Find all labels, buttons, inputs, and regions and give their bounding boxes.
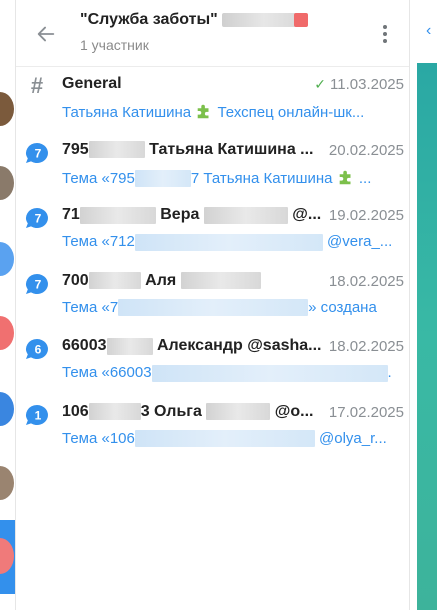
avatar[interactable] (0, 392, 14, 426)
svg-text:7: 7 (35, 277, 42, 291)
avatar[interactable] (0, 92, 14, 126)
redacted-text (88, 272, 141, 289)
unread-count-badge: 7 (26, 142, 48, 163)
redacted-text (206, 403, 271, 420)
chat-view-strip: ‹ (410, 0, 437, 610)
topic-item[interactable]: 1 106 3 Ольга @о... 17.02.2025 Тема «106 … (16, 395, 409, 461)
topic-title: 66003 (62, 337, 107, 354)
chat-list-strip (0, 0, 15, 610)
svg-text:1: 1 (35, 408, 42, 422)
topic-title: 700 (62, 271, 89, 289)
redacted-text (79, 206, 156, 224)
unread-count-badge: 7 (26, 273, 48, 294)
redacted-text (180, 272, 261, 289)
avatar[interactable] (0, 466, 14, 500)
page-title: "Служба заботы" (80, 11, 308, 29)
topic-preview: Татьяна Катишина Техспец онлайн-шк... (62, 104, 365, 121)
avatar[interactable] (0, 316, 14, 350)
topic-date: 17.02.2025 (328, 403, 404, 421)
topic-date: 18.02.2025 (328, 338, 404, 355)
active-chat-indicator[interactable] (0, 520, 15, 594)
topic-item[interactable]: 7 71 Вера @... 19.02.2025 Тема «712 @ver… (16, 198, 409, 264)
topic-date: 11.03.2025 (330, 76, 404, 93)
topic-date: 19.02.2025 (328, 207, 404, 224)
topic-preview: Тема «106 @olya_r... (62, 429, 387, 448)
puzzle-emoji-icon (198, 104, 209, 119)
topic-preview: Тема «795 7 Татьяна Катишина ... (62, 169, 372, 188)
arrow-left-icon (37, 26, 55, 42)
puzzle-emoji-icon (339, 170, 351, 184)
redacted-text (151, 364, 388, 382)
unread-count-badge: 7 (26, 208, 48, 228)
unread-count-badge: 6 (26, 339, 48, 359)
topic-preview: Тема «7» создана (62, 298, 377, 317)
avatar[interactable] (0, 242, 14, 276)
chat-background (417, 63, 437, 610)
topics-panel: "Служба заботы" 1 участник # General ✓ 11… (16, 0, 409, 610)
more-menu-button[interactable] (369, 18, 401, 50)
topic-title: General (62, 75, 122, 92)
topic-date: 20.02.2025 (328, 141, 404, 159)
redacted-emoji (293, 12, 308, 27)
svg-text:6: 6 (35, 343, 42, 357)
topic-title: 795 (62, 140, 89, 158)
redacted-text (106, 337, 153, 355)
topic-title: 106 (62, 402, 89, 420)
back-button[interactable] (28, 16, 64, 52)
unread-count-badge: 1 (26, 404, 48, 425)
redacted-text (88, 141, 145, 158)
read-check-icon: ✓ (314, 76, 327, 92)
topic-item[interactable]: 7 700 Аля 18.02.2025 Тема «7» создана (16, 264, 409, 330)
redacted-text (134, 170, 191, 188)
redacted-text (88, 403, 141, 420)
chevron-left-icon[interactable]: ‹ (426, 22, 431, 40)
redacted-text (203, 206, 288, 224)
topic-preview: Тема «712 @vera_... (62, 233, 393, 251)
topic-date: 18.02.2025 (328, 272, 404, 290)
more-vertical-icon (383, 25, 387, 29)
svg-text:7: 7 (35, 146, 42, 160)
topic-title: 71 (62, 206, 80, 223)
topic-item[interactable]: 6 66003 Александр @sasha... 18.02.2025 Т… (16, 329, 409, 395)
svg-text:7: 7 (35, 212, 42, 226)
redacted-text (134, 430, 315, 448)
redacted-text (134, 233, 323, 251)
hash-icon: # (30, 73, 44, 98)
member-count: 1 участник (80, 37, 149, 53)
topics-header: "Служба заботы" 1 участник (16, 0, 409, 67)
redacted-text (118, 299, 309, 317)
topic-item[interactable]: 7 795 Татьяна Катишина ... 20.02.2025 Те… (16, 133, 409, 199)
topic-list: # General ✓ 11.03.2025 Татьяна Катишина Т… (16, 67, 409, 460)
avatar[interactable] (0, 166, 14, 200)
topic-preview: Тема «66003. (62, 364, 392, 382)
topic-item-general[interactable]: # General ✓ 11.03.2025 Татьяна Катишина Т… (16, 67, 409, 133)
